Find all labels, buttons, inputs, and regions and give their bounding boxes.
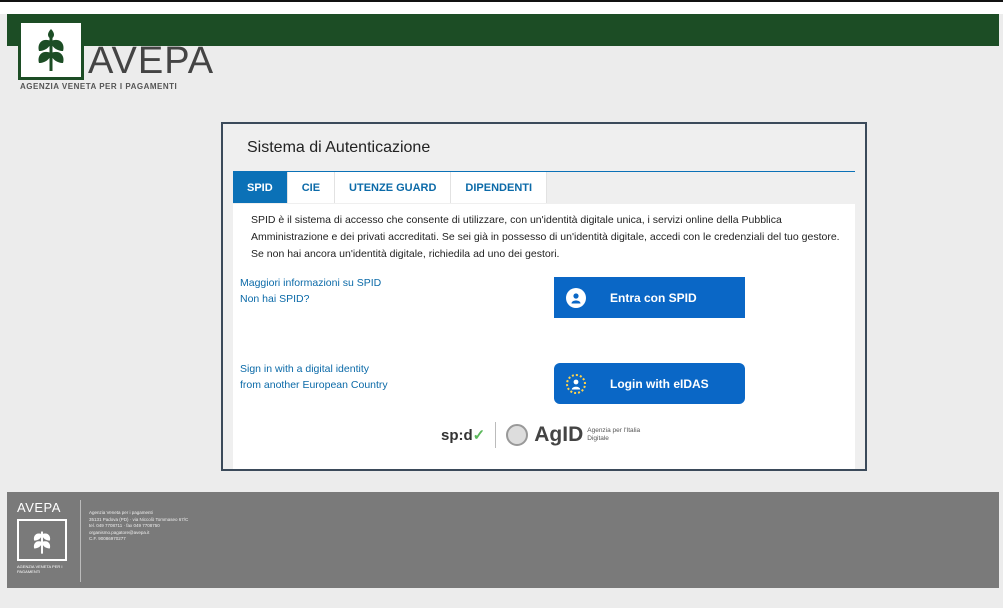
footer-info-line: C.F. 90086970277 (89, 536, 126, 541)
eidas-info-line2[interactable]: from another European Country (240, 379, 388, 391)
bottom-strip (7, 588, 999, 608)
tab-utenze-guard[interactable]: UTENZE GUARD (335, 172, 452, 203)
spid-login-button[interactable]: Entra con SPID (554, 277, 745, 318)
auth-card: Sistema di Autenticazione SPID CIE UTENZ… (221, 122, 867, 471)
auth-tabs: SPID CIE UTENZE GUARD DIPENDENTI (233, 172, 548, 203)
spid-panel: SPID è il sistema di accesso che consent… (233, 204, 855, 469)
footer-divider (80, 500, 81, 582)
republic-emblem-icon (506, 424, 529, 446)
footer-logo-wordmark: AVEPA (17, 500, 61, 515)
avepa-logo[interactable]: AVEPA AGENZIA VENETA PER I PAGAMENTI (18, 20, 214, 91)
agid-subtitle: Agenzia per l'Italia Digitale (587, 427, 641, 442)
tab-cie[interactable]: CIE (287, 172, 336, 203)
eidas-login-label: Login with eIDAS (610, 376, 709, 391)
agid-logo: AgID (534, 423, 584, 446)
spid-description: SPID è il sistema di accesso che consent… (251, 214, 840, 260)
footer-info: Agenzia Veneta per i pagamenti 35131 Pad… (89, 510, 188, 543)
tab-dipendenti[interactable]: DIPENDENTI (451, 172, 548, 203)
wheat-icon (18, 20, 84, 80)
spid-login-label: Entra con SPID (610, 290, 697, 305)
footer-logo: AVEPA AGENZIA VENETA PER I PAGAMENTI (17, 500, 75, 574)
more-info-link[interactable]: Maggiori informazioni su SPID (240, 277, 381, 289)
logo-subtitle: AGENZIA VENETA PER I PAGAMENTI (20, 82, 178, 91)
user-icon (566, 287, 586, 308)
footer-logo-subtitle: AGENZIA VENETA PER I PAGAMENTI (17, 564, 63, 574)
eidas-login-button[interactable]: Login with eIDAS (554, 363, 745, 404)
footer: AVEPA AGENZIA VENETA PER I PAGAMENTI Age… (7, 492, 999, 588)
partner-logos: sp:d✓ AgID Agenzia per l'Italia Digitale (441, 422, 647, 448)
logo-separator (495, 422, 497, 448)
eidas-info-line1[interactable]: Sign in with a digital identity (240, 363, 369, 375)
card-title: Sistema di Autenticazione (247, 139, 431, 156)
no-spid-link[interactable]: Non hai SPID? (240, 293, 309, 305)
top-border (0, 0, 1003, 14)
eu-stars-icon (566, 373, 586, 394)
footer-wheat-icon (17, 519, 67, 561)
tab-spid[interactable]: SPID (233, 172, 288, 203)
check-icon: ✓ (472, 427, 486, 444)
spid-logo: sp:d✓ (441, 427, 486, 444)
logo-wordmark: AVEPA (88, 40, 215, 82)
